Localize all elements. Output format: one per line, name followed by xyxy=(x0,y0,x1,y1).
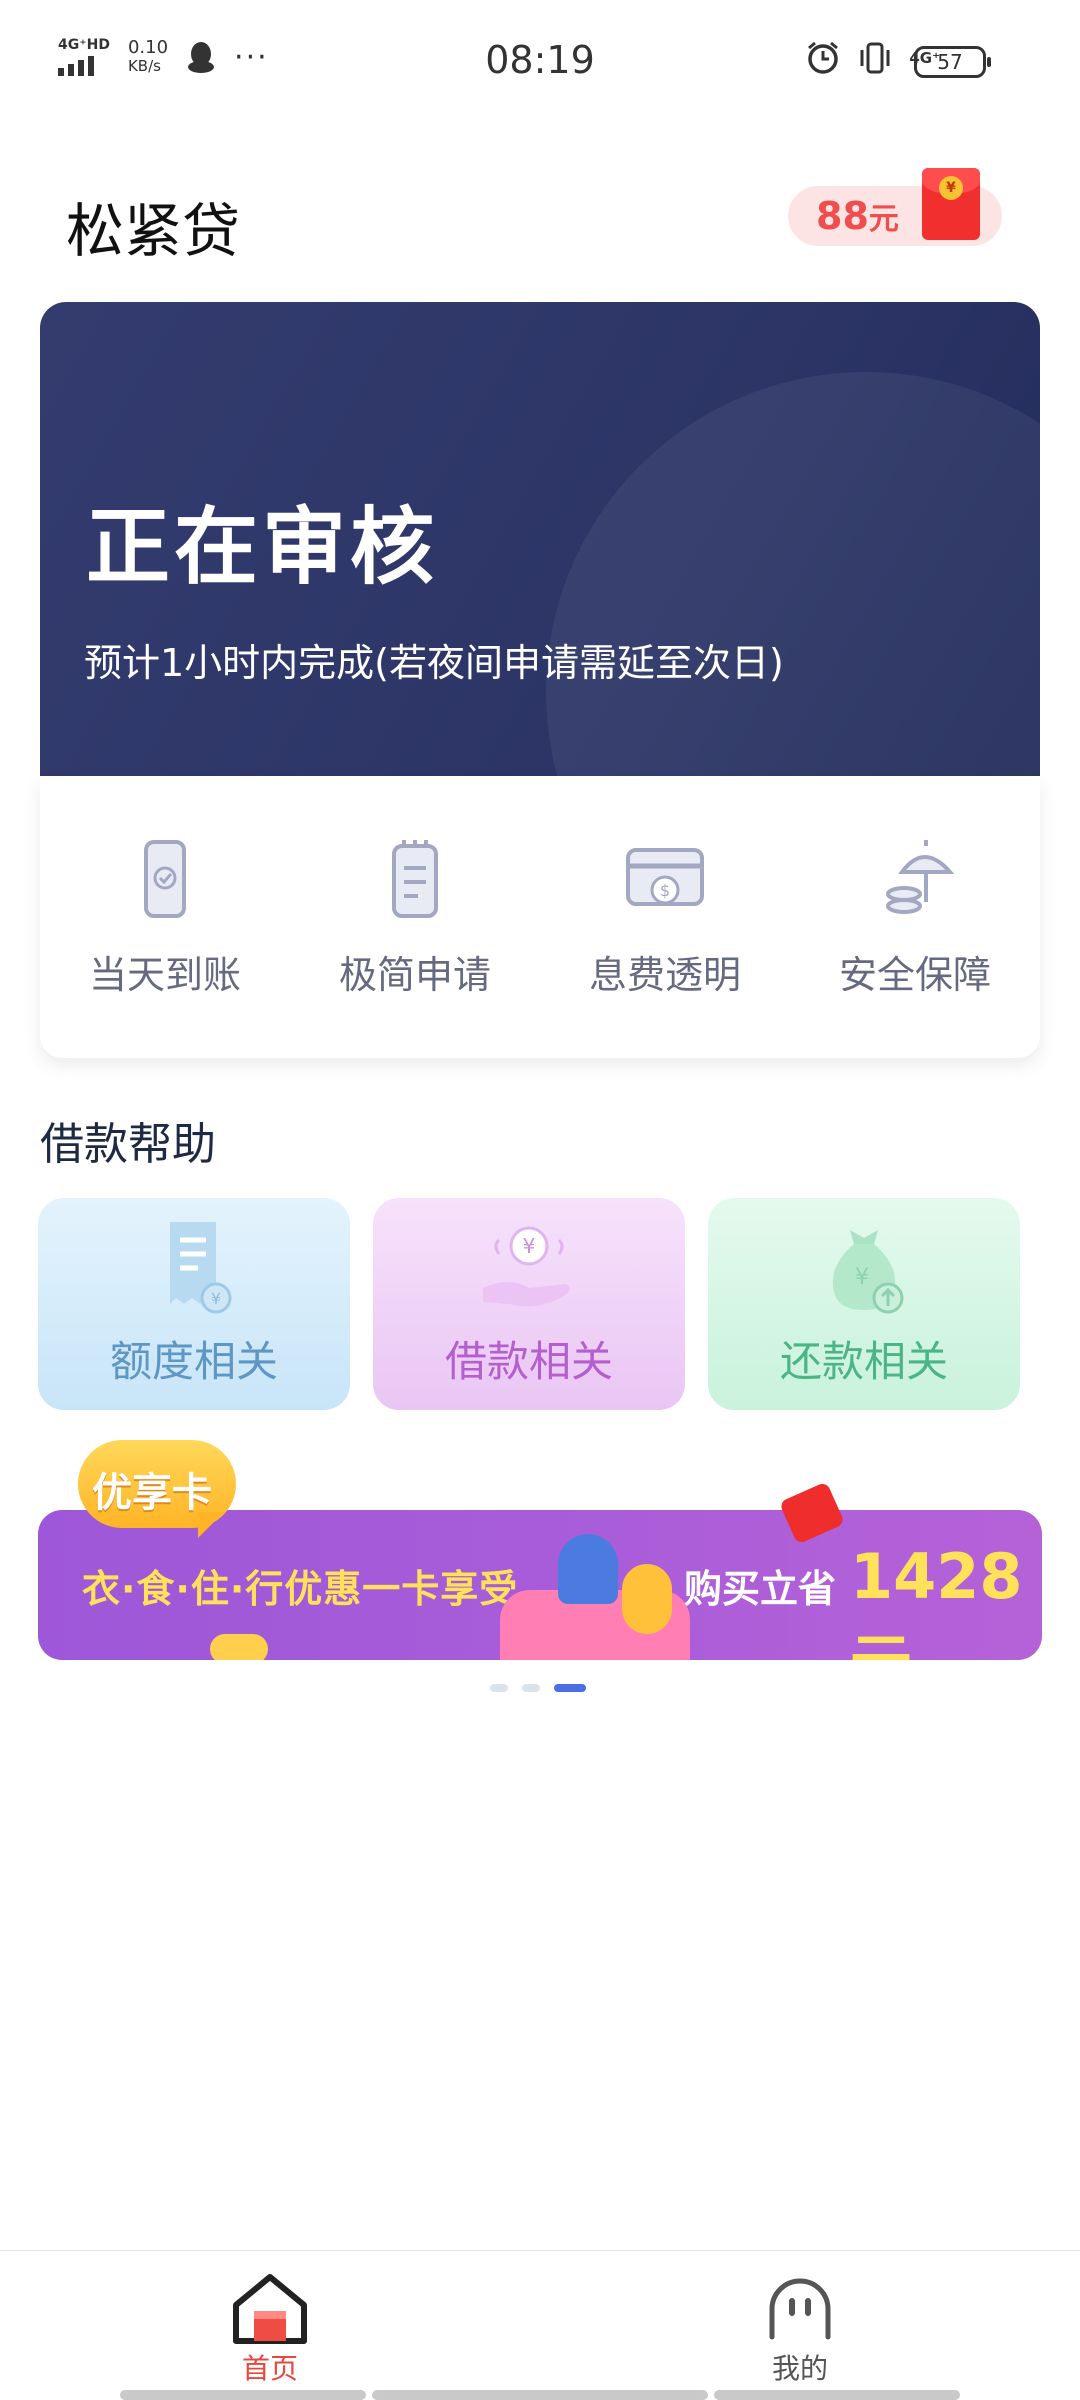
carousel-dot[interactable] xyxy=(490,1684,508,1692)
help-card-label: 额度相关 xyxy=(109,1337,278,1386)
help-card-label: 还款相关 xyxy=(779,1337,948,1386)
gesture-bar xyxy=(372,2390,708,2400)
redpacket-unit: 元 xyxy=(868,202,899,237)
hand-yuan-icon: ¥ xyxy=(483,1226,570,1307)
vibrate-icon xyxy=(860,42,890,74)
svg-text:¥: ¥ xyxy=(855,1265,869,1290)
umbrella-coins-icon xyxy=(886,840,955,914)
help-card-borrow[interactable]: ¥ 借款相关 xyxy=(373,1198,685,1410)
help-card-quota[interactable]: ¥ 额度相关 xyxy=(38,1198,350,1410)
redpacket-button[interactable]: 88元 ¥ xyxy=(788,168,1002,246)
gesture-bar xyxy=(120,2390,366,2400)
review-subtitle: 预计1小时内完成(若夜间申请需延至次日) xyxy=(84,641,784,685)
carousel-indicator xyxy=(490,1684,586,1692)
person-illustration xyxy=(558,1534,618,1604)
gesture-bar xyxy=(714,2390,960,2400)
person-illustration xyxy=(622,1564,672,1634)
moneybag-icon: ¥ xyxy=(832,1230,904,1314)
svg-text:¥: ¥ xyxy=(523,1234,536,1258)
feature-label: 安全保障 xyxy=(838,953,991,997)
home-icon xyxy=(233,2274,307,2344)
feature-item: 安全保障 xyxy=(790,776,1040,1058)
alarm-icon xyxy=(808,41,839,74)
yuan-coin-icon: ¥ xyxy=(939,176,963,200)
decorative-circle xyxy=(546,372,1040,776)
status-bar: 4G⁺HD 0.10 KB/s ··· 08:19 4G⁺ 57 xyxy=(0,0,1080,120)
youxiangka-badge: 优享卡 xyxy=(78,1440,246,1540)
review-title: 正在审核 xyxy=(86,498,439,596)
red-envelope-icon: ¥ xyxy=(922,168,980,240)
carousel-dot-active[interactable] xyxy=(554,1684,586,1692)
badge-text: 优享卡 xyxy=(92,1470,212,1516)
svg-text:¥: ¥ xyxy=(211,1289,221,1308)
clipboard-icon xyxy=(392,840,438,918)
feature-item: 当天到账 xyxy=(40,776,290,1058)
feature-item: $ 息费透明 xyxy=(540,776,790,1058)
feature-label: 息费透明 xyxy=(588,953,741,997)
app-title: 松紧贷 xyxy=(66,197,241,265)
profile-face-icon xyxy=(769,2278,831,2340)
help-card-repay[interactable]: ¥ 还款相关 xyxy=(708,1198,1020,1410)
feature-label: 当天到账 xyxy=(88,953,241,997)
coin-decoration xyxy=(210,1634,268,1660)
phone-check-icon xyxy=(144,840,186,918)
card-dollar-icon: $ xyxy=(626,848,704,906)
nav-label: 我的 xyxy=(771,2352,828,2385)
nav-item-mine[interactable]: 我的 xyxy=(720,2271,880,2387)
nav-label: 首页 xyxy=(241,2352,298,2385)
redpacket-amount: 88元 xyxy=(816,194,899,238)
banner-right-text: 购买立省 xyxy=(684,1567,837,1611)
receipt-yuan-icon: ¥ xyxy=(170,1222,232,1314)
svg-text:$: $ xyxy=(660,881,670,900)
banner-left-text: 衣·食·住·行优惠一卡享受 xyxy=(82,1567,519,1611)
help-card-label: 借款相关 xyxy=(444,1337,613,1386)
carousel-dot[interactable] xyxy=(522,1684,540,1692)
review-status-card: 正在审核 预计1小时内完成(若夜间申请需延至次日) xyxy=(40,302,1040,776)
feature-list: 当天到账 极简申请 $ 息费透明 安全保障 xyxy=(40,776,1040,1058)
help-section-title: 借款帮助 xyxy=(40,1119,216,1170)
redpacket-value: 88 xyxy=(816,194,869,238)
battery-level: 57 xyxy=(937,50,963,74)
nav-item-home[interactable]: 首页 xyxy=(190,2271,350,2387)
feature-label: 极简申请 xyxy=(338,953,491,997)
banner-amount: 1428元 xyxy=(850,1540,1023,1660)
feature-item: 极简申请 xyxy=(290,776,540,1058)
bottom-nav: 首页 我的 xyxy=(0,2250,1080,2400)
battery-icon: 57 xyxy=(914,46,991,78)
